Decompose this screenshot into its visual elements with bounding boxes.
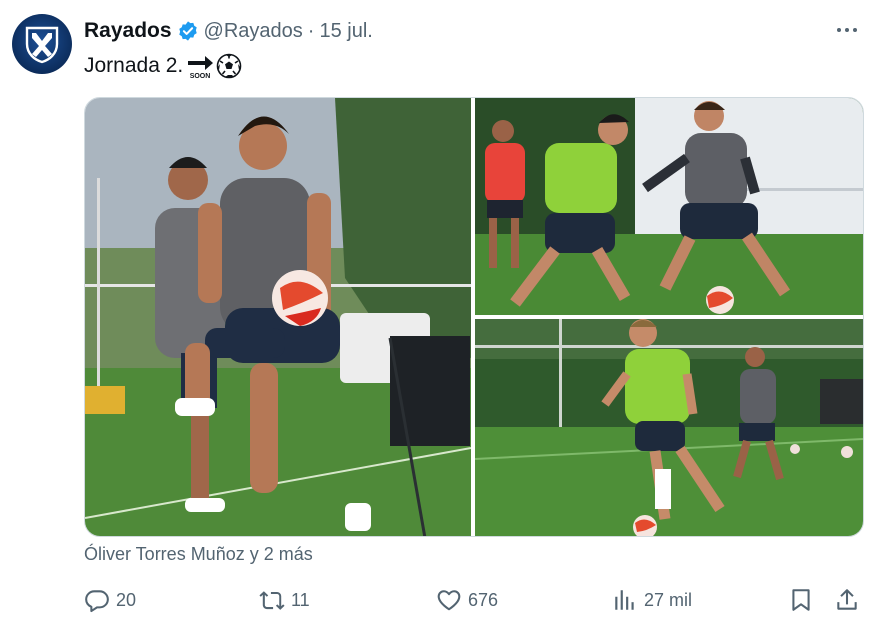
reply-button[interactable]: 20 — [84, 584, 136, 616]
soon-label: SOON — [190, 73, 211, 80]
photo-1[interactable] — [85, 98, 471, 536]
retweet-button[interactable]: 11 — [259, 584, 310, 616]
media-grid — [84, 97, 864, 537]
views-button[interactable]: 27 mil — [612, 584, 692, 616]
heart-icon — [437, 590, 461, 611]
views-chart-icon — [615, 590, 634, 610]
separator: · — [307, 19, 315, 42]
account-name[interactable]: Rayados — [84, 19, 172, 43]
photo-2[interactable] — [475, 98, 863, 315]
rayados-crest-icon — [25, 26, 59, 64]
tagged-people[interactable]: Óliver Torres Muñoz y 2 más — [84, 542, 313, 566]
avatar[interactable] — [12, 14, 72, 74]
views-count: 27 mil — [644, 589, 693, 610]
share-button[interactable] — [834, 584, 860, 616]
reply-count: 20 — [116, 589, 137, 610]
soccer-ball-emoji — [216, 53, 242, 79]
soon-arrow-emoji: SOON — [188, 56, 214, 80]
like-count: 676 — [468, 589, 499, 610]
tweet-date[interactable]: 15 jul. — [319, 20, 372, 43]
retweet-count: 11 — [291, 589, 310, 610]
tweet-header: Rayados @Rayados · 15 jul. — [84, 18, 373, 44]
tagged-text: Óliver Torres Muñoz y 2 más — [84, 543, 313, 564]
reply-icon — [85, 590, 109, 613]
verified-badge-icon — [178, 21, 197, 41]
share-icon — [837, 589, 857, 610]
like-button[interactable]: 676 — [436, 584, 498, 616]
more-options-icon[interactable] — [833, 20, 861, 40]
photo-3[interactable] — [475, 319, 863, 536]
tweet-text: Jornada 2. SOON — [84, 50, 242, 82]
action-bar: 20 11 676 27 mil — [84, 584, 864, 616]
bookmark-icon — [792, 589, 810, 611]
retweet-icon — [259, 591, 285, 610]
tweet-body: Jornada 2. — [84, 54, 184, 77]
bookmark-button[interactable] — [788, 584, 814, 616]
account-handle[interactable]: @Rayados — [204, 20, 303, 43]
